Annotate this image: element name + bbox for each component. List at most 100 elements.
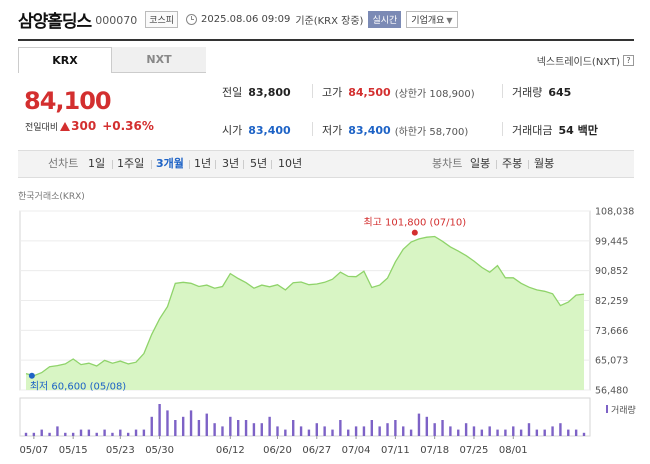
x-tick-label: 07/11 — [381, 445, 410, 456]
y-tick-label: 108,038 — [595, 207, 634, 218]
volume-bar — [56, 426, 59, 436]
y-tick-label: 56,480 — [595, 386, 628, 397]
volume-bar — [119, 429, 122, 436]
volume-bar — [457, 429, 460, 436]
volume-bar — [433, 423, 436, 436]
x-tick-label: 07/25 — [460, 445, 489, 456]
high-annotation: 최고 101,800 (07/10) — [363, 217, 466, 229]
volume-bar — [543, 429, 546, 436]
y-tick-label: 65,073 — [595, 356, 628, 367]
y-tick-label: 90,852 — [595, 266, 628, 277]
volume-bar — [150, 416, 153, 436]
high-marker — [411, 229, 418, 236]
volume-bar — [394, 420, 397, 436]
volume-bar — [519, 429, 523, 436]
volume-bar — [559, 423, 562, 436]
price-chart: 108,038 99,445 90,852 82,259 73,666 65,073 56,… — [19, 207, 636, 457]
x-tick-label: 07/18 — [420, 445, 449, 456]
volume-bar — [260, 423, 263, 436]
volume-bar — [166, 410, 169, 436]
volume-bar — [582, 432, 586, 436]
x-tick-label: 07/04 — [342, 445, 371, 456]
volume-bar — [189, 410, 193, 436]
volume-bar — [449, 426, 452, 436]
x-tick-label: 06/27 — [302, 445, 331, 456]
volume-legend: 거래량 — [606, 404, 636, 416]
volume-bar — [111, 432, 114, 436]
volume-bar — [134, 429, 138, 436]
volume-bar — [567, 429, 570, 436]
volume-bar — [174, 420, 177, 436]
volume-bar — [79, 429, 83, 436]
volume-bar — [158, 404, 161, 436]
volume-bars — [24, 404, 586, 436]
low-annotation: 최저 60,600 (05/08) — [30, 381, 126, 393]
x-tick-label: 08/01 — [499, 445, 528, 456]
x-tick-label: 05/23 — [106, 445, 135, 456]
volume-bar — [87, 429, 91, 436]
low-marker — [28, 372, 35, 379]
volume-bar — [386, 423, 389, 436]
volume-legend-swatch — [606, 405, 608, 413]
x-tick-label: 05/30 — [145, 445, 174, 456]
volume-bar — [331, 429, 334, 436]
volume-bar — [496, 429, 499, 436]
volume-bar — [315, 423, 318, 436]
volume-bar — [347, 429, 350, 436]
volume-bar — [488, 426, 491, 436]
volume-bar — [370, 420, 374, 436]
volume-bar — [64, 432, 67, 436]
volume-bar — [512, 426, 515, 436]
volume-bar — [441, 420, 444, 436]
volume-bar — [48, 432, 51, 436]
volume-bar — [417, 413, 421, 436]
x-tick-label: 05/15 — [59, 445, 88, 456]
volume-bar — [292, 420, 295, 436]
volume-bar — [480, 429, 484, 436]
volume-bar — [205, 413, 208, 436]
volume-bar — [71, 432, 75, 436]
x-axis-labels: 05/07 05/15 05/23 05/30 06/12 06/20 06/27 07/04… — [19, 436, 528, 456]
x-tick-label: 06/12 — [216, 445, 245, 456]
y-tick-label: 73,666 — [595, 326, 628, 337]
volume-bar — [378, 426, 381, 436]
volume-bar — [307, 429, 311, 436]
volume-bar — [40, 429, 43, 436]
volume-bar — [339, 420, 342, 436]
volume-bar — [221, 426, 224, 436]
volume-bar — [527, 423, 531, 436]
volume-bar — [126, 432, 130, 436]
volume-bar — [354, 426, 358, 436]
x-tick-label: 05/07 — [19, 445, 48, 456]
volume-bar — [244, 420, 248, 436]
volume-bar — [284, 429, 287, 436]
volume-bar — [24, 432, 28, 436]
volume-bar — [504, 429, 507, 436]
y-tick-label: 82,259 — [595, 296, 628, 307]
volume-bar — [425, 416, 429, 436]
volume-bar — [362, 426, 366, 436]
volume-bar — [213, 423, 216, 436]
volume-bar — [252, 423, 256, 436]
volume-bar — [32, 432, 36, 436]
volume-bar — [535, 429, 539, 436]
volume-bar — [236, 420, 240, 436]
volume-bar — [472, 426, 476, 436]
volume-bar — [574, 429, 578, 436]
volume-bar — [197, 420, 201, 436]
volume-bar — [299, 426, 303, 436]
volume-bar — [229, 416, 232, 436]
volume-bar — [402, 426, 405, 436]
volume-bar — [181, 416, 185, 436]
volume-bar — [323, 426, 326, 436]
volume-bar — [276, 426, 279, 436]
x-tick-label: 06/20 — [263, 445, 292, 456]
volume-bar — [551, 426, 554, 436]
volume-bar — [464, 423, 468, 436]
price-area — [26, 236, 584, 390]
volume-bar — [142, 429, 146, 436]
volume-bar — [268, 416, 271, 436]
y-tick-label: 99,445 — [595, 236, 628, 247]
y-axis-labels: 108,038 99,445 90,852 82,259 73,666 65,073 56,… — [595, 207, 634, 397]
volume-legend-label: 거래량 — [611, 404, 636, 416]
